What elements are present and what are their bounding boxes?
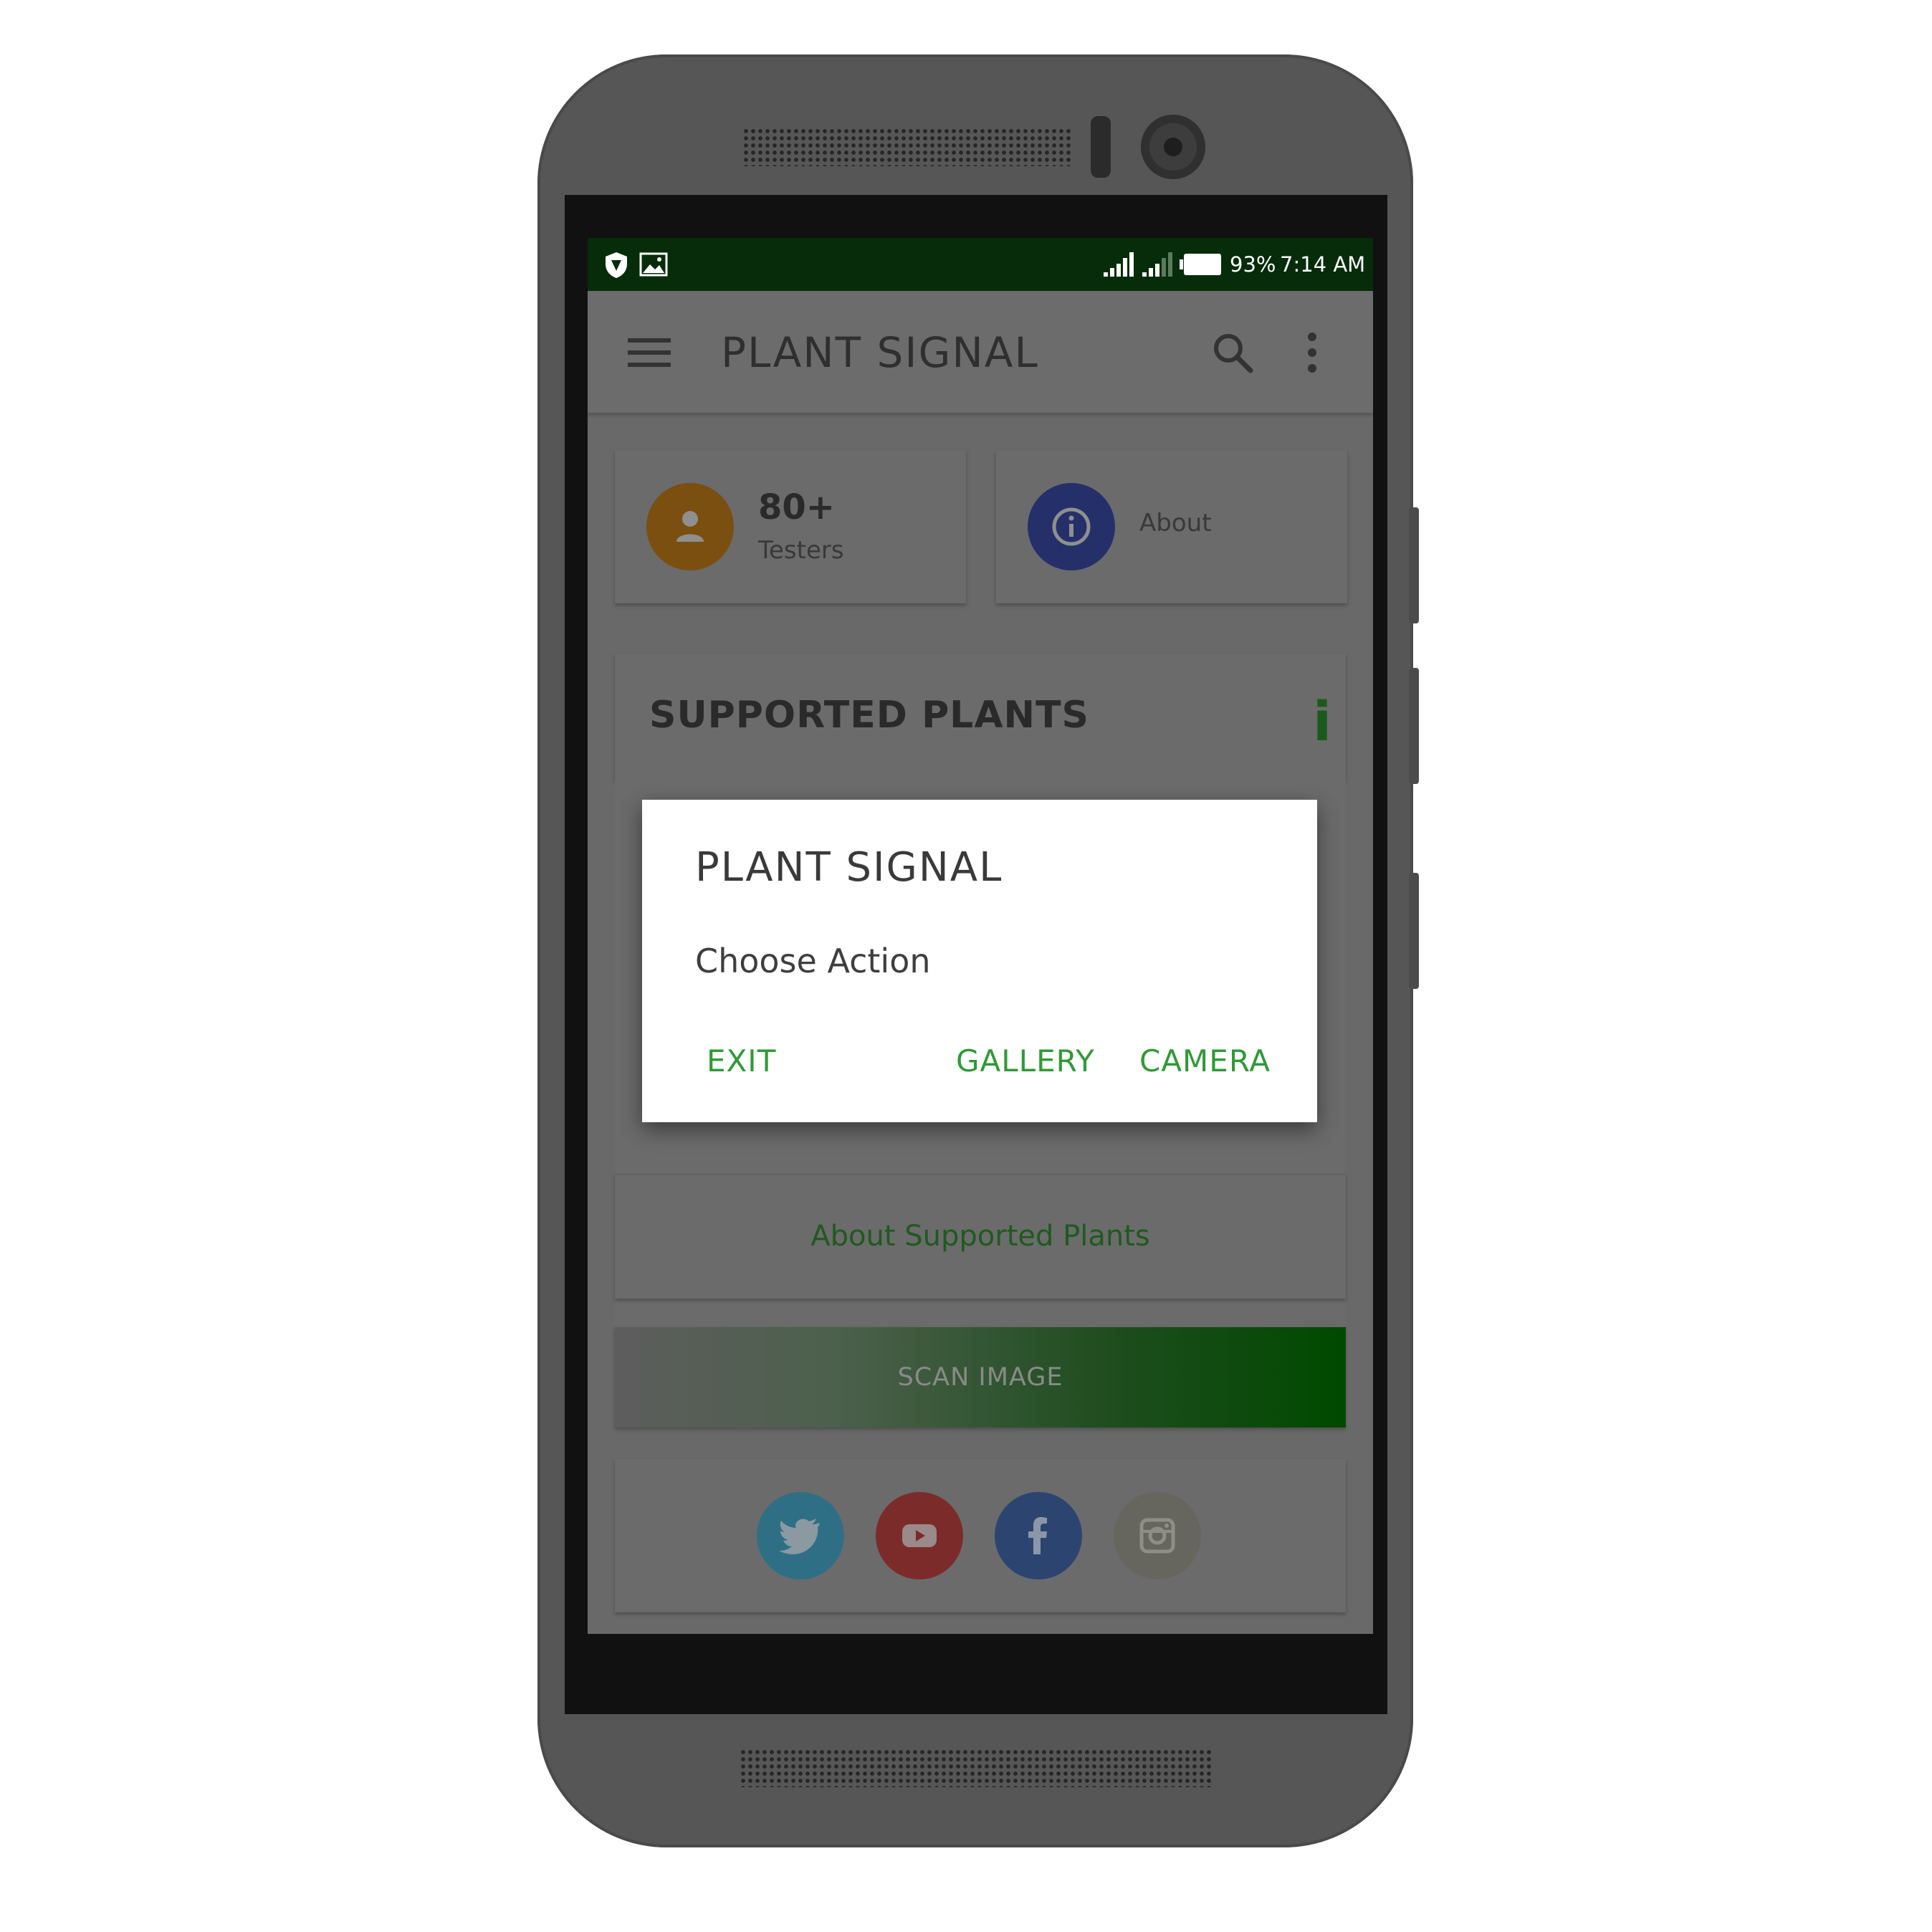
testers-label: Testers — [758, 536, 844, 565]
menu-icon[interactable] — [628, 337, 671, 368]
scan-image-label: SCAN IMAGE — [897, 1363, 1063, 1392]
battery-percent: 93% — [1230, 252, 1276, 277]
volume-up-button — [1409, 507, 1419, 623]
supported-plants-header: SUPPORTED PLANTS i — [615, 654, 1346, 781]
proximity-sensor — [1091, 116, 1111, 178]
instagram-icon — [1139, 1518, 1175, 1554]
about-label: About — [1139, 509, 1212, 537]
image-icon — [639, 252, 668, 277]
app-bar: PLANT SIGNAL — [588, 291, 1373, 413]
camera-lens-dot — [1164, 138, 1182, 156]
facebook-button[interactable] — [995, 1492, 1082, 1579]
shield-icon — [606, 252, 627, 278]
gallery-button[interactable]: GALLERY — [956, 1043, 1095, 1079]
exit-button[interactable]: EXIT — [707, 1043, 776, 1079]
testers-count: 80+ — [758, 487, 836, 527]
about-avatar — [1028, 483, 1115, 570]
twitter-icon — [779, 1519, 820, 1554]
app-title: PLANT SIGNAL — [721, 328, 1039, 377]
instagram-button[interactable] — [1114, 1492, 1201, 1579]
signal-icon — [1104, 252, 1134, 277]
person-icon — [676, 511, 704, 542]
volume-down-button — [1409, 668, 1419, 784]
about-supported-plants-link[interactable]: About Supported Plants — [615, 1220, 1346, 1253]
bottom-speaker-grille — [740, 1749, 1211, 1787]
facebook-icon — [1028, 1517, 1047, 1554]
scan-image-button[interactable]: SCAN IMAGE — [615, 1327, 1346, 1428]
dialog-title: PLANT SIGNAL — [695, 844, 1003, 891]
supported-plants-title: SUPPORTED PLANTS — [649, 694, 1089, 737]
testers-card[interactable]: 80+ Testers — [615, 450, 966, 603]
camera-button[interactable]: CAMERA — [1139, 1043, 1271, 1079]
signal-icon — [1142, 252, 1172, 277]
testers-avatar — [646, 483, 734, 570]
power-button — [1409, 873, 1419, 989]
search-icon[interactable] — [1211, 331, 1254, 374]
status-bar: 93% 7:14 AM — [588, 238, 1373, 291]
app-screen: 93% 7:14 AM PLANT SIGNAL 80+ Testers Abo… — [588, 238, 1373, 1634]
info-icon — [1052, 507, 1091, 546]
choose-action-dialog: PLANT SIGNAL Choose Action EXIT GALLERY … — [642, 800, 1317, 1122]
dialog-message: Choose Action — [695, 942, 931, 980]
about-supported-plants-card[interactable]: About Supported Plants — [615, 1174, 1346, 1299]
social-card — [615, 1459, 1346, 1612]
more-vert-icon[interactable] — [1304, 331, 1320, 374]
info-icon[interactable]: i — [1313, 689, 1331, 753]
twitter-button[interactable] — [757, 1492, 844, 1579]
youtube-icon — [902, 1524, 937, 1547]
clock: 7:14 AM — [1280, 252, 1366, 277]
youtube-button[interactable] — [876, 1492, 963, 1579]
top-speaker-grille — [742, 128, 1072, 166]
battery-icon — [1180, 254, 1221, 275]
about-card[interactable]: About — [996, 450, 1347, 603]
